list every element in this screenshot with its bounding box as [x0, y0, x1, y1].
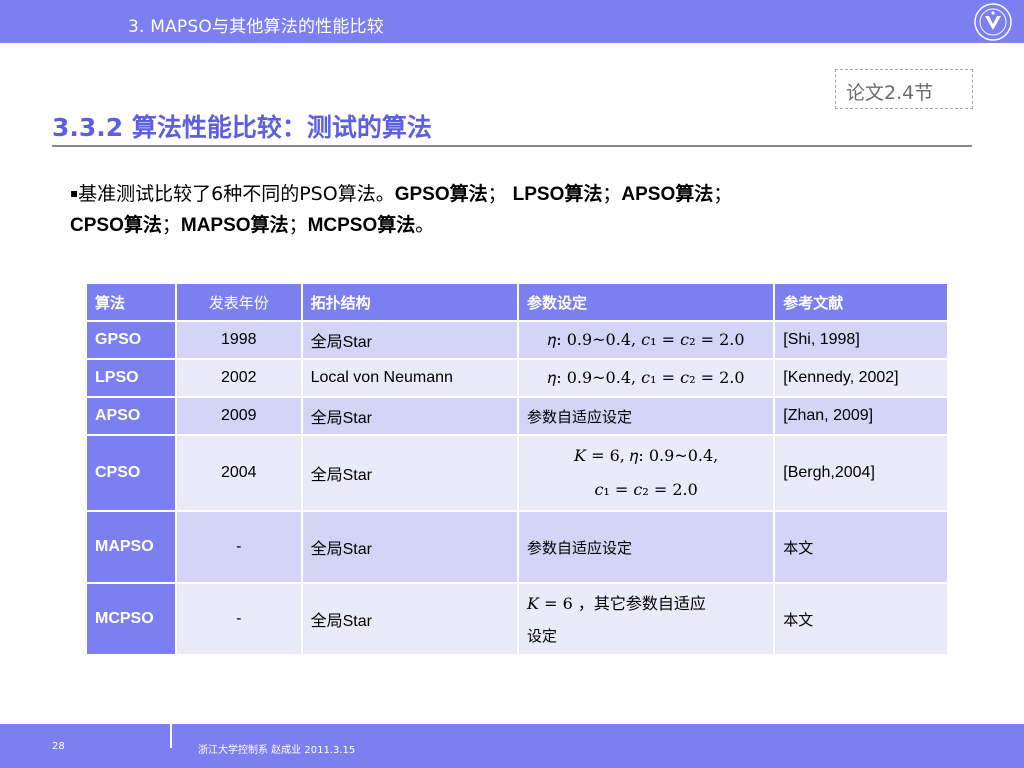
- table-row: MAPSO - 全局Star 参数自适应设定 本文: [85, 510, 949, 584]
- algo-apso: APSO算法: [621, 184, 714, 205]
- parameter-setting: 𝜂: 0.9~0.4, 𝑐₁ = 𝑐₂ = 2.0: [517, 358, 776, 398]
- publish-year: -: [174, 510, 303, 584]
- section-heading: 3.3.2 算法性能比较：测试的算法: [52, 113, 432, 142]
- header-title: 3. MAPSO与其他算法的性能比较: [128, 17, 384, 37]
- algorithm-comparison-table: 算法 发表年份 拓扑结构 参数设定 参考文献 GPSO 1998 全局Star …: [85, 282, 949, 656]
- table-row: CPSO 2004 全局Star 𝐾 = 6, 𝜂: 0.9~0.4, 𝑐₁ =…: [85, 434, 949, 512]
- algorithm-name: MCPSO: [85, 582, 177, 656]
- university-emblem-icon: [974, 3, 1012, 41]
- topology: 全局Star: [300, 510, 520, 584]
- algorithm-name: APSO: [85, 396, 177, 436]
- bullet-icon: ▪: [70, 186, 79, 200]
- topology: 全局Star: [300, 396, 520, 436]
- algo-gpso: GPSO算法: [394, 184, 488, 205]
- table-row: GPSO 1998 全局Star 𝜂: 0.9~0.4, 𝑐₁ = 𝑐₂ = 2…: [85, 320, 949, 360]
- topology: 全局Star: [300, 434, 520, 512]
- algo-cpso: CPSO算法: [70, 215, 162, 236]
- parameter-setting: 𝐾 = 6, 𝜂: 0.9~0.4, 𝑐₁ = 𝑐₂ = 2.0: [517, 434, 776, 512]
- parameter-line-2: 𝑐₁ = 𝑐₂ = 2.0: [594, 480, 698, 499]
- parameter-line-1: 𝐾 = 6 ，其它参数自适应: [527, 594, 706, 613]
- bullet-intro: 基准测试比较了6种不同的PSO算法。: [78, 183, 395, 205]
- col-header-year: 发表年份: [174, 282, 303, 322]
- header-bar: 3. MAPSO与其他算法的性能比较: [0, 0, 1024, 43]
- paper-section-note: 论文2.4节: [835, 69, 973, 109]
- publish-year: 2004: [174, 434, 303, 512]
- algo-lpso: LPSO算法: [512, 184, 603, 205]
- bullet-paragraph: ▪基准测试比较了6种不同的PSO算法。GPSO算法； LPSO算法；APSO算法…: [70, 178, 970, 241]
- reference: [Bergh,2004]: [773, 434, 949, 512]
- publish-year: -: [174, 582, 303, 656]
- footer-info: 浙江大学控制系 赵成业 2011.3.15: [198, 745, 356, 756]
- algo-mapso: MAPSO算法: [180, 215, 289, 236]
- col-header-algorithm: 算法: [85, 282, 177, 322]
- separator: ；: [161, 214, 181, 236]
- parameter-line-1: 𝐾 = 6, 𝜂: 0.9~0.4,: [574, 446, 719, 465]
- table-row: APSO 2009 全局Star 参数自适应设定 [Zhan, 2009]: [85, 396, 949, 436]
- parameter-setting: 参数自适应设定: [517, 510, 776, 584]
- reference: [Shi, 1998]: [773, 320, 949, 360]
- parameter-line-2: 设定: [527, 627, 558, 645]
- algorithm-name: MAPSO: [85, 510, 177, 584]
- table-header-row: 算法 发表年份 拓扑结构 参数设定 参考文献: [85, 282, 949, 322]
- table-row: LPSO 2002 Local von Neumann 𝜂: 0.9~0.4, …: [85, 358, 949, 398]
- separator: ；: [288, 214, 308, 236]
- algorithm-name: LPSO: [85, 358, 177, 398]
- publish-year: 1998: [174, 320, 303, 360]
- topology: Local von Neumann: [300, 358, 520, 398]
- parameter-setting: 参数自适应设定: [517, 396, 776, 436]
- heading-divider: [52, 145, 972, 147]
- separator: ；: [487, 183, 513, 205]
- parameter-setting: 𝐾 = 6 ，其它参数自适应 设定: [517, 582, 776, 656]
- reference: 本文: [773, 510, 949, 584]
- col-header-topology: 拓扑结构: [300, 282, 520, 322]
- parameter-setting: 𝜂: 0.9~0.4, 𝑐₁ = 𝑐₂ = 2.0: [517, 320, 776, 360]
- footer-bar: 28 浙江大学控制系 赵成业 2011.3.15: [0, 724, 1024, 768]
- algorithm-name: GPSO: [85, 320, 177, 360]
- reference: [Zhan, 2009]: [773, 396, 949, 436]
- publish-year: 2009: [174, 396, 303, 436]
- table-row: MCPSO - 全局Star 𝐾 = 6 ，其它参数自适应 设定 本文: [85, 582, 949, 656]
- reference: 本文: [773, 582, 949, 656]
- page-number: 28: [52, 741, 65, 752]
- topology: 全局Star: [300, 582, 520, 656]
- col-header-reference: 参考文献: [773, 282, 949, 322]
- paper-section-note-text: 论文2.4节: [846, 82, 934, 104]
- topology: 全局Star: [300, 320, 520, 360]
- period: 。: [415, 214, 435, 236]
- algo-mcpso: MCPSO算法: [307, 215, 416, 236]
- separator: ；: [602, 183, 622, 205]
- footer-divider: [170, 724, 172, 748]
- col-header-parameters: 参数设定: [517, 282, 776, 322]
- separator: ；: [713, 183, 733, 205]
- publish-year: 2002: [174, 358, 303, 398]
- reference: [Kennedy, 2002]: [773, 358, 949, 398]
- algorithm-name: CPSO: [85, 434, 177, 512]
